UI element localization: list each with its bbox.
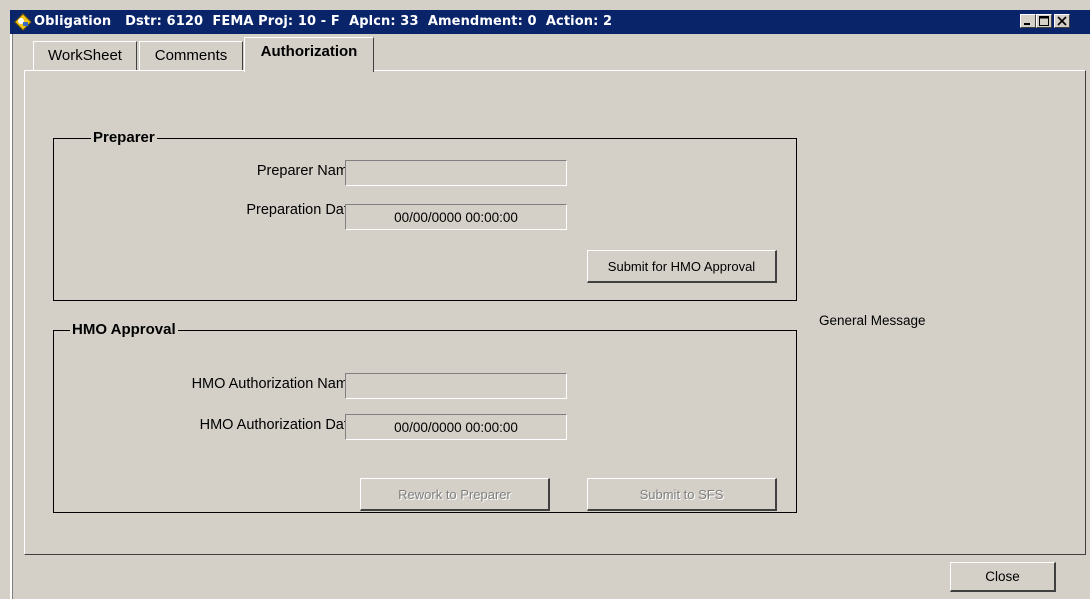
rework-to-preparer-button[interactable]: Rework to Preparer [360, 478, 550, 511]
maximize-icon[interactable] [1036, 14, 1052, 28]
minimize-icon[interactable] [1020, 14, 1036, 28]
hmo-authorization-name-field[interactable] [345, 373, 567, 399]
preparation-date-label: Preparation Date: [246, 202, 360, 218]
obligation-window: Obligation Dstr: 6120 FEMA Proj: 10 - F … [0, 0, 1090, 599]
preparer-name-field[interactable] [345, 160, 567, 186]
window-title: Obligation Dstr: 6120 FEMA Proj: 10 - F … [34, 14, 613, 29]
tab-worksheet-label: WorkSheet [48, 47, 122, 64]
tab-comments-label: Comments [154, 47, 228, 64]
tab-worksheet[interactable]: WorkSheet [33, 41, 137, 71]
preparation-date-field[interactable] [345, 204, 567, 230]
authorization-panel: Preparer Preparer Name: Preparation Date… [24, 70, 1086, 555]
tab-comments[interactable]: Comments [139, 41, 243, 71]
window-left-border [10, 34, 13, 599]
hmo-authorization-name-label: HMO Authorization Name: [191, 376, 360, 392]
close-icon[interactable] [1054, 14, 1070, 28]
preparer-group-title: Preparer [91, 129, 157, 147]
close-button[interactable]: Close [950, 562, 1056, 592]
submit-to-sfs-button[interactable]: Submit to SFS [587, 478, 777, 511]
hmo-authorization-date-field[interactable] [345, 414, 567, 440]
general-message: General Message [819, 313, 926, 328]
hmo-approval-group: HMO Approval HMO Authorization Name: HMO… [53, 321, 797, 513]
fema-app-icon [14, 13, 32, 31]
hmo-approval-group-title: HMO Approval [70, 321, 178, 339]
submit-hmo-approval-button[interactable]: Submit for HMO Approval [587, 250, 777, 283]
tab-authorization[interactable]: Authorization [244, 37, 374, 72]
tab-authorization-label: Authorization [260, 43, 358, 60]
hmo-authorization-date-label: HMO Authorization Date: [199, 417, 360, 433]
preparer-group: Preparer Preparer Name: Preparation Date… [53, 129, 797, 301]
title-bar[interactable]: Obligation Dstr: 6120 FEMA Proj: 10 - F … [10, 10, 1090, 34]
